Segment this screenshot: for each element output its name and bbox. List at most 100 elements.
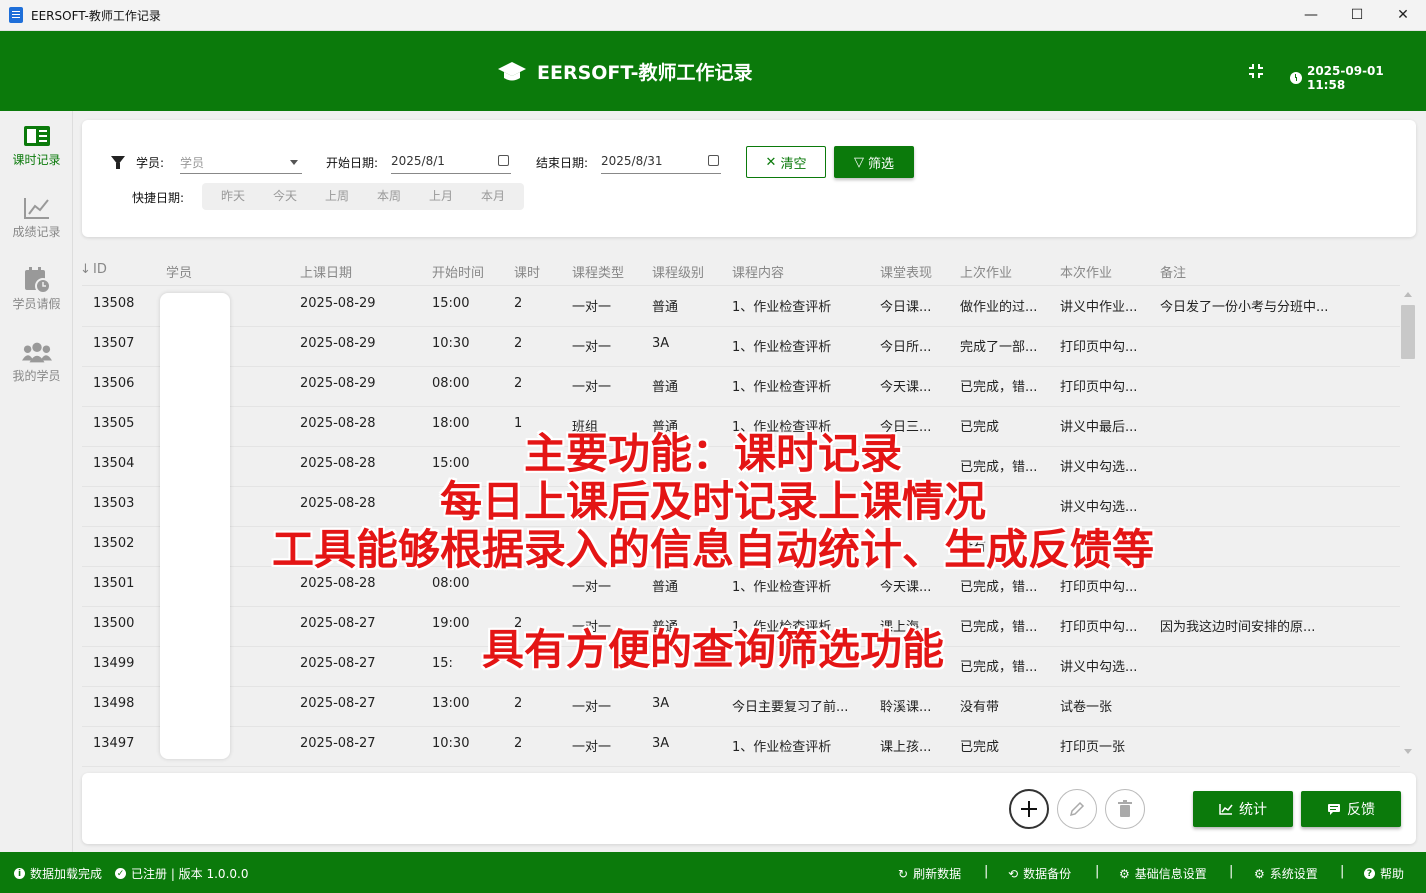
cell-date: 2025-08-29 — [300, 336, 376, 351]
sidebar-item-lessons[interactable]: 课时记录 — [0, 111, 73, 183]
table-row[interactable]: 13501 2025-08-28 08:00 一对一 普通 1、作业检查评析 今天课... 已… — [82, 567, 1400, 607]
backup-link[interactable]: ⟲ 数据备份 — [1008, 865, 1071, 882]
table-row[interactable]: 13498 2025-08-27 13:00 2 一对一 3A 今日主要复习了前... 聆溪课… — [82, 687, 1400, 727]
scroll-up-icon[interactable] — [1404, 292, 1412, 297]
col-remarks[interactable]: 备注 — [1160, 262, 1186, 281]
basic-settings-link[interactable]: ⚙ 基础信息设置 — [1119, 865, 1207, 882]
cell-performance: 今日三... — [880, 420, 932, 435]
col-hours[interactable]: 课时 — [514, 262, 540, 281]
table-row[interactable]: 13503 2025-08-28 讲义中勾选... — [82, 487, 1400, 527]
sidebar-item-students[interactable]: 我的学员 — [0, 327, 73, 399]
table-row[interactable]: 13502 没有 — [82, 527, 1400, 567]
edit-button[interactable] — [1057, 789, 1097, 829]
col-start-time[interactable]: 开始时间 — [432, 262, 484, 281]
clear-button[interactable]: ✕ 清空 — [746, 146, 826, 178]
cell-date: 2025-08-27 — [300, 656, 376, 671]
cell-content: 1、作业检查评析 — [732, 340, 832, 355]
cell-last-homework: 没有带 — [960, 700, 1000, 715]
cell-this-homework: 讲义中最后... — [1060, 420, 1138, 435]
col-this-homework[interactable]: 本次作业 — [1060, 262, 1112, 281]
cell-this-homework: 讲义中勾选... — [1060, 500, 1138, 515]
trash-icon — [1118, 800, 1132, 817]
cell-course-level: 普通 — [652, 420, 679, 435]
sidebar-item-leave[interactable]: 学员请假 — [0, 255, 73, 327]
cell-course-level: 普通 — [652, 300, 679, 315]
col-performance[interactable]: 课堂表现 — [880, 262, 932, 281]
table-row[interactable]: 13508 2025-08-29 15:00 2 一对一 普通 1、作业检查评析 今日课...… — [82, 287, 1400, 327]
col-date[interactable]: 上课日期 — [300, 262, 352, 281]
cell-content: 1、作业检查评析 — [732, 740, 832, 755]
app-title: EERSOFT-教师工作记录 — [537, 62, 753, 84]
cell-course-type: 一对一 — [572, 620, 612, 635]
cell-hours: 1 — [514, 416, 523, 431]
table-row[interactable]: 13497 2025-08-27 10:30 2 一对一 3A 1、作业检查评析 课上孩...… — [82, 727, 1400, 767]
cell-course-level: 普通 — [652, 380, 679, 395]
plus-icon — [1021, 801, 1037, 817]
col-last-homework[interactable]: 上次作业 — [960, 262, 1012, 281]
stats-button[interactable]: 统计 — [1193, 791, 1293, 827]
load-status: i 数据加载完成 — [14, 865, 102, 882]
cell-content: 1、作业检查评析 — [732, 620, 832, 635]
cell-this-homework: 讲义中作业... — [1060, 300, 1138, 315]
cell-start-time: 15:00 — [432, 456, 470, 471]
col-course-level[interactable]: 课程级别 — [652, 262, 704, 281]
cell-hours: 2 — [514, 376, 523, 391]
scroll-thumb[interactable] — [1401, 305, 1415, 359]
table-row[interactable]: 13499 2025-08-27 15: 已完成，错... 讲义中勾选... — [82, 647, 1400, 687]
cell-course-level: 普通 — [652, 620, 679, 635]
quick-this-month[interactable]: 本月 — [467, 183, 519, 210]
cell-last-homework: 完成了一部... — [960, 340, 1038, 355]
calendar-icon[interactable] — [498, 155, 509, 166]
cell-course-type: 一对一 — [572, 300, 612, 315]
delete-button[interactable] — [1105, 789, 1145, 829]
student-select[interactable]: 学员 — [180, 150, 302, 174]
end-date-picker[interactable]: 2025/8/31 — [601, 150, 721, 174]
quick-last-month[interactable]: 上月 — [415, 183, 467, 210]
col-content[interactable]: 课程内容 — [732, 262, 784, 281]
start-date-picker[interactable]: 2025/8/1 — [391, 150, 511, 174]
sidebar-item-label: 成绩记录 — [12, 225, 61, 239]
scroll-down-icon[interactable] — [1404, 749, 1412, 754]
quick-today[interactable]: 今天 — [259, 183, 311, 210]
cell-last-homework: 已完成，错... — [960, 460, 1038, 475]
refresh-data-link[interactable]: ↻ 刷新数据 — [898, 865, 961, 882]
table-row[interactable]: 13507 2025-08-29 10:30 2 一对一 3A 1、作业检查评析 今日所...… — [82, 327, 1400, 367]
cell-this-homework: 打印页中勾... — [1060, 380, 1138, 395]
cell-performance: 课上海... — [880, 620, 932, 635]
table-row[interactable]: 13505 2025-08-28 18:00 1 班组 普通 1、作业检查评析 今日三... 已… — [82, 407, 1400, 447]
quick-this-week[interactable]: 本周 — [363, 183, 415, 210]
minimize-button[interactable]: — — [1288, 0, 1334, 31]
sidebar-item-label: 课时记录 — [12, 153, 61, 167]
calendar-icon[interactable] — [708, 155, 719, 166]
separator: | — [984, 864, 989, 879]
quick-last-week[interactable]: 上周 — [311, 183, 363, 210]
feedback-button[interactable]: 反馈 — [1301, 791, 1401, 827]
system-settings-link[interactable]: ⚙ 系统设置 — [1254, 865, 1318, 882]
compress-icon[interactable] — [1248, 63, 1264, 79]
gear-icon: ⚙ — [1254, 866, 1265, 881]
filter-button[interactable]: ▽ 筛选 — [834, 146, 914, 178]
sidebar-item-grades[interactable]: 成绩记录 — [0, 183, 73, 255]
maximize-button[interactable]: ☐ — [1334, 0, 1380, 31]
cell-id: 13501 — [93, 576, 135, 591]
cell-course-type: 一对一 — [572, 380, 612, 395]
cell-last-homework: 已完成 — [960, 420, 1000, 435]
help-icon: ? — [1364, 868, 1375, 879]
col-id[interactable]: ID — [93, 262, 107, 277]
col-student[interactable]: 学员 — [166, 262, 192, 281]
cell-id: 13498 — [93, 696, 135, 711]
add-button[interactable] — [1009, 789, 1049, 829]
vertical-scrollbar[interactable] — [1400, 288, 1416, 760]
cell-course-type: 一对一 — [572, 580, 612, 595]
cell-id: 13503 — [93, 496, 135, 511]
close-button[interactable]: ✕ — [1380, 0, 1426, 31]
table-row[interactable]: 13500 2025-08-27 19:00 2 一对一 普通 1、作业检查评析 课上海...… — [82, 607, 1400, 647]
quick-yesterday[interactable]: 昨天 — [207, 183, 259, 210]
cell-course-type: 一对一 — [572, 340, 612, 355]
cell-this-homework: 打印页一张 — [1060, 740, 1126, 755]
history-icon: ⟲ — [1008, 866, 1019, 881]
col-course-type[interactable]: 课程类型 — [572, 262, 624, 281]
table-row[interactable]: 13504 2025-08-28 15:00 已完成，错... 讲义中勾选... — [82, 447, 1400, 487]
help-link[interactable]: ? 帮助 — [1364, 865, 1404, 882]
table-row[interactable]: 13506 2025-08-29 08:00 2 一对一 普通 1、作业检查评析 今天课...… — [82, 367, 1400, 407]
